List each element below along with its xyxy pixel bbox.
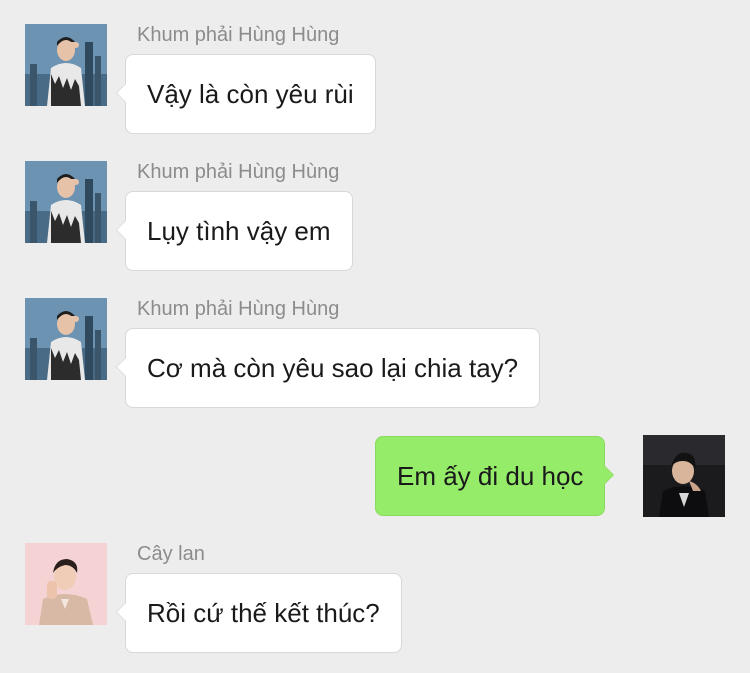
message-bubble[interactable]: Rồi cứ thế kết thúc? [116,573,402,653]
city-skyline-avatar-icon[interactable] [25,24,107,106]
sender-name: Khum phải Hùng Hùng [137,161,340,183]
message-bubble-outgoing[interactable]: Em ấy đi du học [375,436,615,516]
sender-name: Khum phải Hùng Hùng [137,298,340,320]
pink-portrait-avatar-icon[interactable] [25,543,107,625]
city-skyline-avatar-icon[interactable] [25,298,107,380]
message-bubble[interactable]: Cơ mà còn yêu sao lại chia tay? [115,328,541,408]
message-bubble[interactable]: Lụy tình vậy em [116,191,353,271]
sender-name: Cây lan [137,543,205,565]
dark-portrait-avatar-icon[interactable] [643,435,725,517]
message-bubble[interactable]: Vậy là còn yêu rùi [116,54,376,134]
sender-name: Khum phải Hùng Hùng [137,24,340,46]
chat-window: Khum phải Hùng Hùng Vậy là còn yêu rùi K… [0,0,750,673]
city-skyline-avatar-icon[interactable] [25,161,107,243]
